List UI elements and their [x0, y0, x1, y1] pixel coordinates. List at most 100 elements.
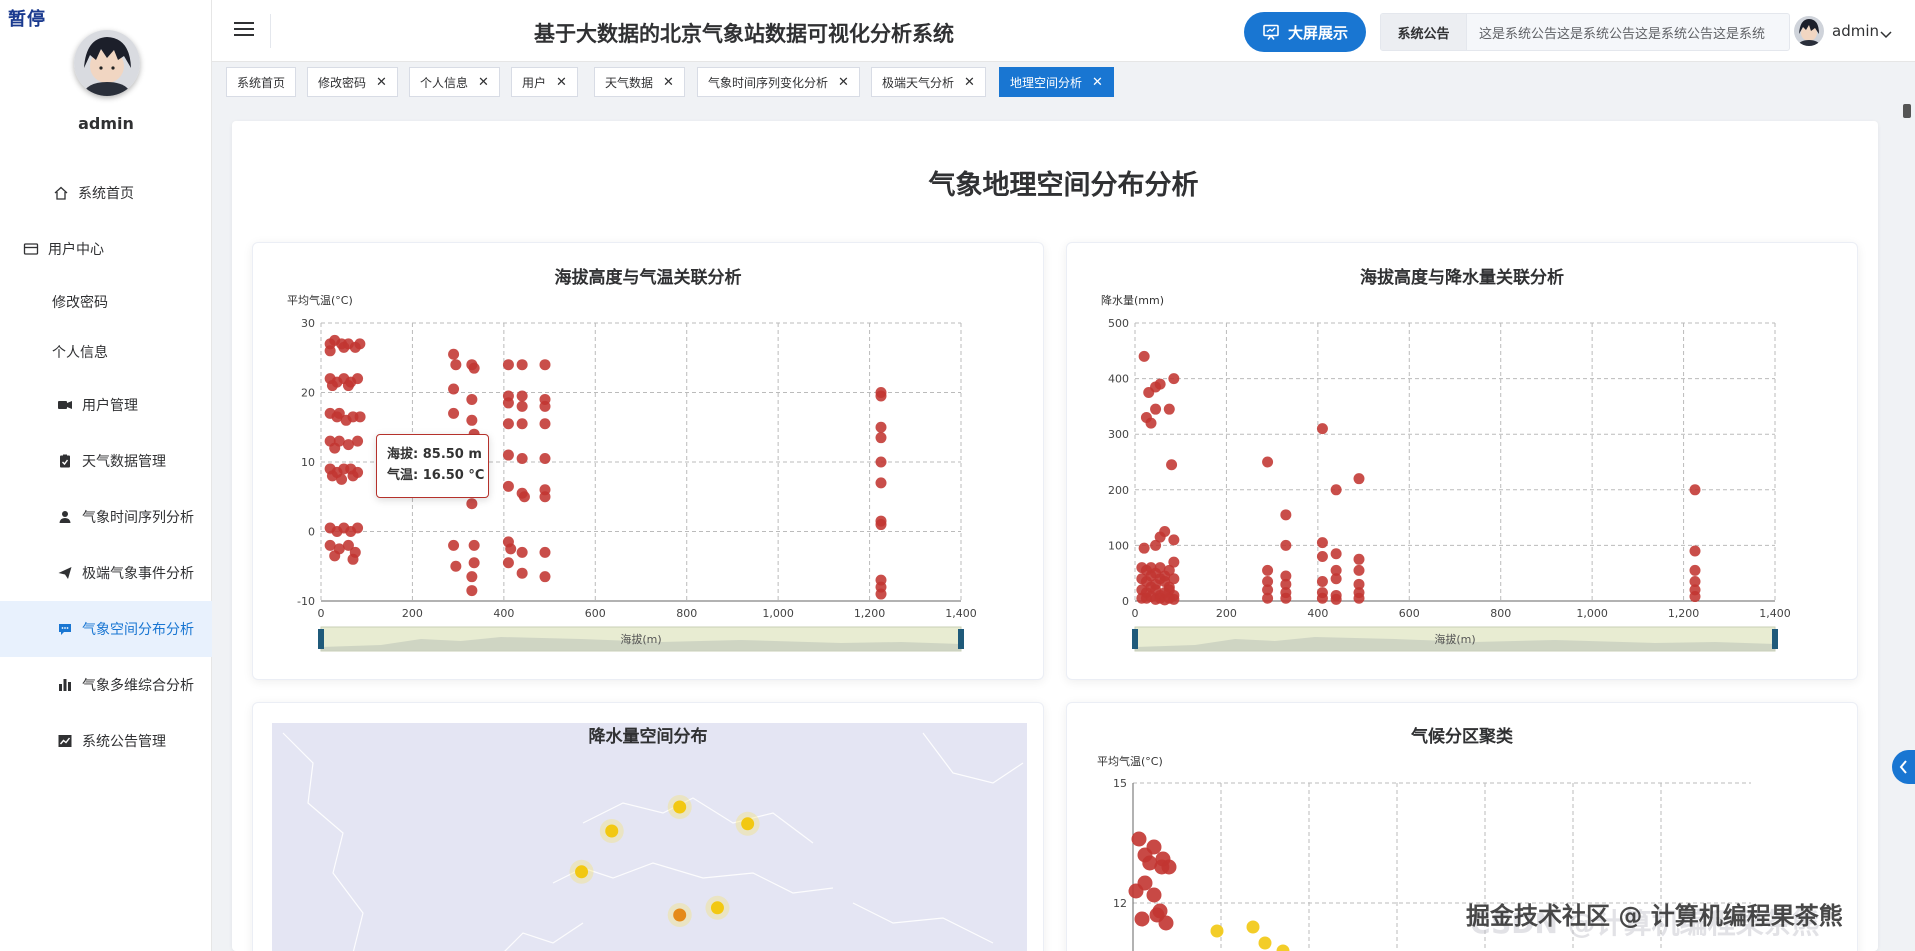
y-tick-label: 15: [1113, 777, 1127, 790]
data-point: [516, 453, 528, 465]
cluster-point: [1134, 911, 1150, 927]
zoom-label: 海拔(m): [1434, 632, 1475, 646]
scatter-altitude-temp[interactable]: 平均气温(°C)-1001020300 200 400 600 800 1,000 1,20…: [253, 243, 1044, 680]
sidebar-item-spatial[interactable]: 气象空间分布分析: [0, 601, 212, 657]
data-point: [352, 373, 364, 385]
tab-label: 用户: [522, 75, 547, 90]
header-username[interactable]: admin: [1832, 22, 1879, 40]
tab-label: 修改密码: [318, 75, 367, 90]
sidebar-item-change-password[interactable]: 修改密码: [0, 277, 212, 327]
data-point: [539, 453, 551, 465]
x-tick-label: 0: [318, 607, 325, 620]
chart-precip-map: 降水量空间分布: [252, 702, 1044, 951]
data-point: [468, 539, 480, 551]
x-tick-label: 1,000: [1576, 607, 1608, 620]
data-point: [466, 414, 478, 426]
tab-profile[interactable]: 个人信息 ✕: [409, 67, 500, 97]
cluster-point: [1146, 887, 1162, 903]
sidebar-item-label: 气象多维综合分析: [82, 678, 194, 694]
sidebar-item-label: 气象空间分布分析: [82, 622, 194, 638]
data-point: [1353, 473, 1365, 485]
map-point: [575, 865, 589, 879]
sidebar-item-profile[interactable]: 个人信息: [0, 327, 212, 377]
notice-bar[interactable]: 系统公告 这是系统公告这是系统公告这是系统公告这是系统: [1380, 13, 1790, 51]
sidebar-item-label: 修改密码: [52, 295, 108, 311]
pause-badge: 暂停: [8, 9, 46, 30]
sidebar-item-users[interactable]: 用户管理: [0, 377, 212, 433]
data-point: [1330, 484, 1342, 496]
data-point: [518, 491, 530, 503]
zoom-handle-left: [1132, 629, 1138, 649]
cluster-point: [1258, 936, 1272, 950]
x-tick-label: 1,200: [854, 607, 886, 620]
scatter-altitude-precip[interactable]: 降水量(mm) 0 100 200 300 400 500 0 200 400 600 800 1,00…: [1067, 243, 1858, 680]
x-tick-label: 400: [493, 607, 514, 620]
x-tick-label: 200: [1216, 607, 1237, 620]
data-point: [1316, 576, 1328, 588]
header-divider: [270, 14, 271, 48]
tab-users[interactable]: 用户 ✕: [511, 67, 578, 97]
tab-home[interactable]: 系统首页: [226, 67, 297, 97]
data-point: [450, 560, 462, 572]
close-icon[interactable]: ✕: [376, 75, 387, 90]
tab-change-password[interactable]: 修改密码 ✕: [307, 67, 398, 97]
big-screen-button[interactable]: 大屏展示: [1244, 12, 1366, 52]
header-avatar[interactable]: [1794, 16, 1824, 46]
x-tick-label: 600: [585, 607, 606, 620]
data-point: [1262, 564, 1274, 576]
data-point: [516, 567, 528, 579]
close-icon[interactable]: ✕: [663, 75, 674, 90]
sidebar-item-time-series[interactable]: 气象时间序列分析: [0, 489, 212, 545]
data-point: [502, 480, 514, 492]
scrollbar-thumb[interactable]: [1903, 104, 1911, 118]
tab-extreme[interactable]: 极端天气分析 ✕: [871, 67, 986, 97]
map-point: [605, 824, 619, 838]
data-point: [450, 359, 462, 371]
presentation-icon: [1263, 24, 1279, 40]
tabs-bar: 系统首页 修改密码 ✕ 个人信息 ✕ 用户 ✕ 天气数据 ✕ 气象时间序列变化分析 ✕ 极…: [212, 62, 1915, 102]
sidebar-item-weather-data[interactable]: 天气数据管理: [0, 433, 212, 489]
close-icon[interactable]: ✕: [556, 75, 567, 90]
close-icon[interactable]: ✕: [1092, 75, 1103, 90]
send-icon: [56, 564, 74, 582]
sidebar-item-label: 系统公告管理: [82, 734, 166, 750]
top-header: 基于大数据的北京气象站数据可视化分析系统 大屏展示 系统公告 这是系统公告这是系…: [212, 0, 1915, 62]
watermark: 掘金技术社区 @ 计算机编程果茶熊: [1466, 902, 1843, 930]
data-point: [329, 442, 341, 454]
data-point: [1316, 423, 1328, 435]
sidebar: 暂停 admin 系统首页 用户中心 修改密码 个人信息 用户管理 天气数据管理…: [0, 0, 212, 951]
close-icon[interactable]: ✕: [964, 75, 975, 90]
y-tick-label: 0: [308, 526, 315, 539]
y-tick-label: -10: [297, 595, 315, 608]
avatar[interactable]: [74, 30, 140, 96]
sidebar-item-notices[interactable]: 系统公告管理: [0, 713, 212, 769]
tab-time-series[interactable]: 气象时间序列变化分析 ✕: [697, 67, 860, 97]
sidebar-item-extreme-events[interactable]: 极端气象事件分析: [0, 545, 212, 601]
tab-spatial[interactable]: 地理空间分析 ✕: [999, 67, 1114, 97]
data-point: [354, 338, 366, 350]
sidebar-item-multidim[interactable]: 气象多维综合分析: [0, 657, 212, 713]
sidebar-item-user-center[interactable]: 用户中心: [0, 221, 212, 277]
menu-toggle-icon[interactable]: [234, 22, 254, 40]
y-axis-title: 降水量(mm): [1101, 293, 1164, 307]
zoom-handle-right: [1772, 629, 1778, 649]
data-point: [1280, 592, 1292, 604]
tab-weather-data[interactable]: 天气数据 ✕: [594, 67, 685, 97]
side-float-button[interactable]: [1892, 750, 1915, 784]
data-point: [1138, 542, 1150, 554]
y-tick-label: 100: [1108, 539, 1129, 552]
close-icon[interactable]: ✕: [478, 75, 489, 90]
chart-tooltip: 海拔: 85.50 m 气温: 16.50 °C: [376, 434, 489, 498]
data-point: [516, 390, 528, 402]
x-tick-label: 600: [1399, 607, 1420, 620]
data-point: [347, 553, 359, 565]
cluster-point: [1131, 831, 1147, 847]
x-tick-label: 0: [1132, 607, 1139, 620]
close-icon[interactable]: ✕: [838, 75, 849, 90]
data-point: [347, 470, 359, 482]
data-point: [448, 383, 460, 395]
data-point: [326, 380, 338, 392]
y-axis-title: 平均气温(°C): [1097, 754, 1163, 768]
chevron-down-icon[interactable]: [1880, 24, 1892, 43]
sidebar-item-home[interactable]: 系统首页: [0, 165, 212, 221]
